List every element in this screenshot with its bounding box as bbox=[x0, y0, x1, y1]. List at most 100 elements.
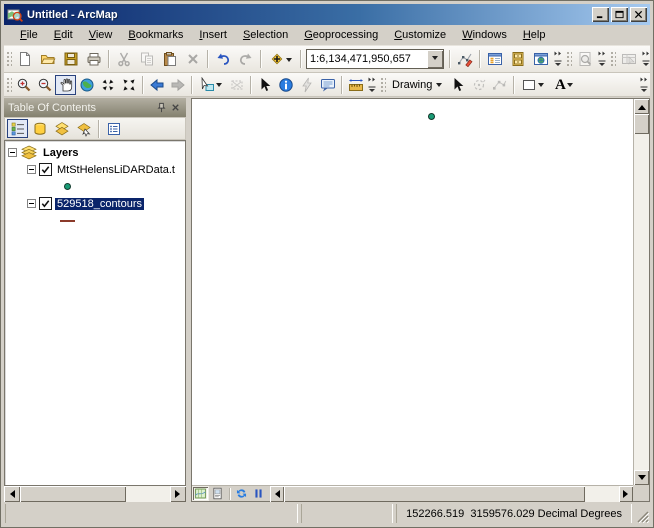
catalog-window-button[interactable] bbox=[506, 48, 529, 70]
hyperlink-button[interactable] bbox=[296, 75, 317, 95]
map-scale-combo[interactable]: 1:6,134,471,950,657 bbox=[306, 49, 444, 69]
html-popup-button[interactable] bbox=[317, 75, 338, 95]
copy-button[interactable] bbox=[135, 48, 158, 70]
rotate-element-button[interactable] bbox=[468, 75, 489, 95]
zoom-whole-page-button[interactable] bbox=[573, 48, 596, 70]
open-folder-icon bbox=[40, 51, 56, 67]
undo-button[interactable] bbox=[211, 48, 234, 70]
map-scale-value[interactable]: 1:6,134,471,950,657 bbox=[307, 53, 427, 65]
scrollbar-thumb[interactable] bbox=[284, 486, 585, 502]
delete-button[interactable] bbox=[181, 48, 204, 70]
cut-button[interactable] bbox=[112, 48, 135, 70]
zoom-out-button[interactable] bbox=[34, 75, 55, 95]
expander-minus[interactable] bbox=[8, 148, 17, 157]
clear-selection-button[interactable] bbox=[226, 75, 247, 95]
scroll-right-button[interactable] bbox=[170, 486, 186, 502]
layer-529518-contours-label[interactable]: 529518_contours bbox=[55, 198, 144, 210]
menu-file[interactable]: File bbox=[12, 26, 46, 44]
drawing-menu[interactable]: Drawing bbox=[387, 77, 447, 93]
full-extent-button[interactable] bbox=[76, 75, 97, 95]
edit-vertices-button[interactable] bbox=[489, 75, 510, 95]
list-by-visibility-button[interactable] bbox=[51, 119, 72, 138]
close-icon[interactable] bbox=[168, 101, 182, 115]
menu-edit[interactable]: Edit bbox=[46, 26, 81, 44]
scroll-left-button[interactable] bbox=[4, 486, 20, 502]
scrollbar-track[interactable] bbox=[634, 134, 649, 470]
drawing-toolbar-options-button[interactable] bbox=[638, 74, 650, 96]
select-features-button[interactable] bbox=[195, 75, 226, 95]
layout-view-button[interactable] bbox=[209, 486, 226, 501]
menu-selection[interactable]: Selection bbox=[235, 26, 296, 44]
pause-drawing-button[interactable] bbox=[250, 486, 267, 501]
save-button[interactable] bbox=[59, 48, 82, 70]
menu-help[interactable]: Help bbox=[515, 26, 554, 44]
scroll-up-button[interactable] bbox=[634, 99, 649, 114]
maximize-button[interactable] bbox=[611, 7, 628, 22]
expander-minus[interactable] bbox=[27, 199, 36, 208]
minimize-button[interactable] bbox=[592, 7, 609, 22]
fixed-zoom-in-button[interactable] bbox=[97, 75, 118, 95]
toc-options-button[interactable] bbox=[103, 119, 124, 138]
new-document-button[interactable] bbox=[13, 48, 36, 70]
page-zoom-icon bbox=[577, 51, 593, 67]
text-tool-button[interactable]: A bbox=[548, 75, 579, 95]
resize-grip[interactable] bbox=[635, 509, 649, 523]
redo-button[interactable] bbox=[234, 48, 257, 70]
map-canvas[interactable] bbox=[192, 99, 633, 485]
point-symbol[interactable] bbox=[64, 183, 71, 190]
menu-geoprocessing[interactable]: Geoprocessing bbox=[296, 26, 386, 44]
menu-view[interactable]: View bbox=[81, 26, 121, 44]
back-extent-button[interactable] bbox=[146, 75, 167, 95]
standard-toolbar-options-button[interactable] bbox=[552, 48, 564, 70]
scrollbar-thumb[interactable] bbox=[20, 486, 126, 502]
menu-insert[interactable]: Insert bbox=[191, 26, 235, 44]
pan-button[interactable] bbox=[55, 75, 76, 95]
select-elements-button[interactable] bbox=[254, 75, 275, 95]
new-document-icon bbox=[17, 51, 33, 67]
menu-windows[interactable]: Windows bbox=[454, 26, 515, 44]
menu-bookmarks[interactable]: Bookmarks bbox=[120, 26, 191, 44]
list-by-selection-button[interactable] bbox=[73, 119, 94, 138]
close-button[interactable] bbox=[630, 7, 647, 22]
scroll-left-button[interactable] bbox=[270, 486, 284, 502]
scrollbar-thumb[interactable] bbox=[634, 114, 649, 134]
layer-mtsthelens-lidar-label[interactable]: MtStHelensLiDARData.t bbox=[55, 164, 177, 176]
list-by-source-button[interactable] bbox=[29, 119, 50, 138]
cut-icon bbox=[116, 51, 132, 67]
back-icon bbox=[149, 77, 165, 93]
search-window-button[interactable] bbox=[529, 48, 552, 70]
scroll-right-button[interactable] bbox=[619, 486, 633, 502]
layout-toolbar-options-button[interactable] bbox=[596, 48, 608, 70]
list-by-visibility-icon bbox=[54, 121, 70, 137]
combo-dropdown-button[interactable] bbox=[427, 50, 443, 68]
line-symbol[interactable] bbox=[60, 220, 75, 222]
data-view-button[interactable] bbox=[192, 486, 209, 501]
list-by-drawing-order-button[interactable] bbox=[7, 119, 28, 138]
identify-button[interactable] bbox=[275, 75, 296, 95]
rectangle-tool-button[interactable] bbox=[517, 75, 548, 95]
scroll-down-button[interactable] bbox=[634, 470, 649, 485]
edit-tool-button[interactable] bbox=[453, 48, 476, 70]
add-data-button[interactable] bbox=[264, 48, 297, 70]
overview-window-button[interactable] bbox=[617, 48, 640, 70]
drawing-select-elements-button[interactable] bbox=[447, 75, 468, 95]
measure-button[interactable] bbox=[345, 75, 366, 95]
pin-icon[interactable] bbox=[154, 101, 168, 115]
open-button[interactable] bbox=[36, 48, 59, 70]
expander-minus[interactable] bbox=[27, 165, 36, 174]
scrollbar-track[interactable] bbox=[585, 486, 619, 502]
zoom-in-button[interactable] bbox=[13, 75, 34, 95]
table-of-contents-window-button[interactable] bbox=[483, 48, 506, 70]
fixed-zoom-out-button[interactable] bbox=[118, 75, 139, 95]
print-button[interactable] bbox=[82, 48, 105, 70]
paste-button[interactable] bbox=[158, 48, 181, 70]
layer-visibility-checkbox[interactable] bbox=[39, 163, 52, 176]
layer-visibility-checkbox[interactable] bbox=[39, 197, 52, 210]
menu-customize[interactable]: Customize bbox=[386, 26, 454, 44]
scrollbar-track[interactable] bbox=[126, 486, 170, 502]
tools-toolbar-options-button[interactable] bbox=[366, 74, 378, 96]
extra-toolbar-options-button[interactable] bbox=[640, 48, 650, 70]
forward-extent-button[interactable] bbox=[167, 75, 188, 95]
layer-group-layers-label[interactable]: Layers bbox=[41, 147, 80, 159]
refresh-view-button[interactable] bbox=[233, 486, 250, 501]
